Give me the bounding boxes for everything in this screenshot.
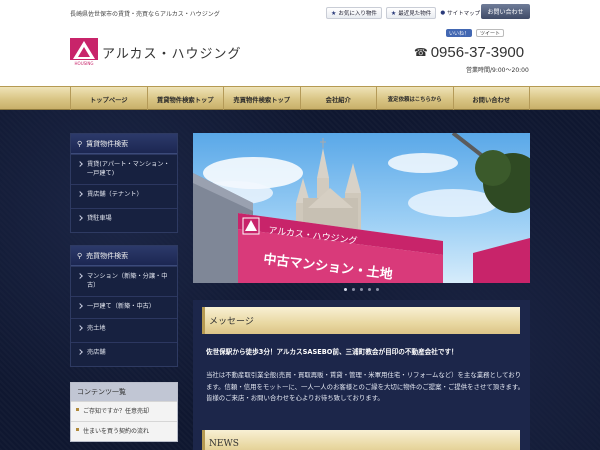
message-title: メッセージ (202, 307, 520, 334)
company-name: アルカス・ハウジング (102, 47, 242, 62)
nav-item-contact[interactable]: お問い合わせ (454, 87, 530, 111)
sidebar-sale-title: 売買物件検索 (86, 251, 129, 260)
phone-icon: ☎ (414, 47, 428, 59)
sidebar-item-parking[interactable]: 貸駐車場 (71, 208, 177, 232)
twitter-tweet-button[interactable]: ツイート (476, 29, 505, 37)
logo-text: HOUSING (75, 61, 94, 66)
bullet-icon: ● (440, 10, 446, 16)
sidebar-item-rental-store[interactable]: 賃店舗（テナント） (71, 184, 177, 208)
sidebar-sale-header: ⚲ 売買物件検索 (71, 246, 177, 266)
nav-item-appraisal[interactable]: 査定依頼はこちらから (377, 87, 454, 111)
phone-number[interactable]: ☎ 0956-37-3900 (414, 44, 524, 61)
slider-dot[interactable] (352, 288, 355, 291)
recent-button[interactable]: ★ 最近見た物件 (385, 7, 437, 19)
contact-button[interactable]: お問い合わせ (481, 4, 530, 19)
sidebar-item-rental-housing[interactable]: 賃貸(アパート・マンション・一戸建て) (71, 154, 177, 184)
sitemap-link[interactable]: ● サイトマップ (440, 9, 480, 17)
phone-text: 0956-37-3900 (430, 44, 525, 61)
star-icon: ★ (331, 9, 337, 17)
sidebar-contents-title: コンテンツ一覧 (71, 383, 177, 401)
site-header: 長崎県佐世保市の賃貸・売買ならアルカス・ハウジング ★ お気に入り物件 ★ 最近… (0, 0, 600, 86)
slider-dot[interactable] (376, 288, 379, 291)
company-logo[interactable]: HOUSING (70, 38, 98, 66)
favorites-button[interactable]: ★ お気に入り物件 (326, 7, 382, 19)
recent-label: 最近見た物件 (398, 11, 432, 17)
sidebar-rental-header: ⚲ 賃貸物件検索 (71, 134, 177, 154)
top-links: ★ お気に入り物件 ★ 最近見た物件 ● サイトマップ (326, 7, 480, 19)
search-icon: ⚲ (77, 251, 83, 260)
nav-item-company[interactable]: 会社紹介 (301, 87, 377, 111)
sitemap-label: サイトマップ (447, 11, 481, 17)
sidebar-contents: コンテンツ一覧 ご存知ですか？任意売却 住まいを買う契約の流れ (70, 382, 178, 442)
sidebar-item-land[interactable]: 売土地 (71, 318, 177, 342)
search-icon: ⚲ (77, 139, 83, 148)
slider-dot[interactable] (368, 288, 371, 291)
sidebar-item-house[interactable]: 一戸建て（新築・中古） (71, 296, 177, 318)
slider-dot[interactable] (360, 288, 363, 291)
message-body: 当社は不動産取引業全般(売買・買取再販・賃貸・管理・米軍用住宅・リフォームなど）… (206, 371, 524, 402)
sidebar-item-purchase-flow[interactable]: 住まいを買う契約の流れ (71, 421, 177, 441)
sidebar-item-voluntary-sale[interactable]: ご存知ですか？任意売却 (71, 401, 177, 421)
hero-image: アルカス・ハウジング 中古マンション・土地 (193, 133, 530, 283)
sidebar-rental-search: ⚲ 賃貸物件検索 賃貸(アパート・マンション・一戸建て) 賃店舗（テナント） 貸… (70, 133, 178, 233)
star-icon: ★ (390, 9, 397, 17)
sidebar-item-store[interactable]: 売店舗 (71, 342, 177, 366)
social-buttons: いいね！ ツイート (446, 29, 505, 37)
nav-item-sale-search[interactable]: 売買物件検索トップ (224, 87, 301, 111)
slider-dot[interactable] (344, 288, 347, 291)
nav-item-rental-search[interactable]: 賃貸物件検索トップ (148, 87, 224, 111)
hero-photo: アルカス・ハウジング 中古マンション・土地 (193, 133, 530, 283)
news-title: NEWS (202, 430, 520, 450)
site-tagline: 長崎県佐世保市の賃貸・売買ならアルカス・ハウジング (70, 11, 220, 18)
nav-item-top[interactable]: トップページ (70, 87, 148, 111)
slider-pagination (193, 288, 530, 291)
sidebar-rental-title: 賃貸物件検索 (86, 139, 129, 148)
sidebar-sale-search: ⚲ 売買物件検索 マンション（新築・分譲・中古） 一戸建て（新築・中古） 売土地… (70, 245, 178, 367)
message-lead: 佐世保駅から徒歩3分！アルカスSASEBO前、三浦町教会が目印の不動産会社です！ (206, 348, 458, 356)
global-nav: トップページ 賃貸物件検索トップ 売買物件検索トップ 会社紹介 査定依頼はこちら… (0, 86, 600, 111)
business-hours: 営業時間/9:00～20:00 (466, 67, 529, 74)
sidebar-item-mansion[interactable]: マンション（新築・分譲・中古） (71, 266, 177, 296)
facebook-like-button[interactable]: いいね！ (446, 29, 473, 37)
favorites-label: お気に入り物件 (338, 11, 377, 17)
